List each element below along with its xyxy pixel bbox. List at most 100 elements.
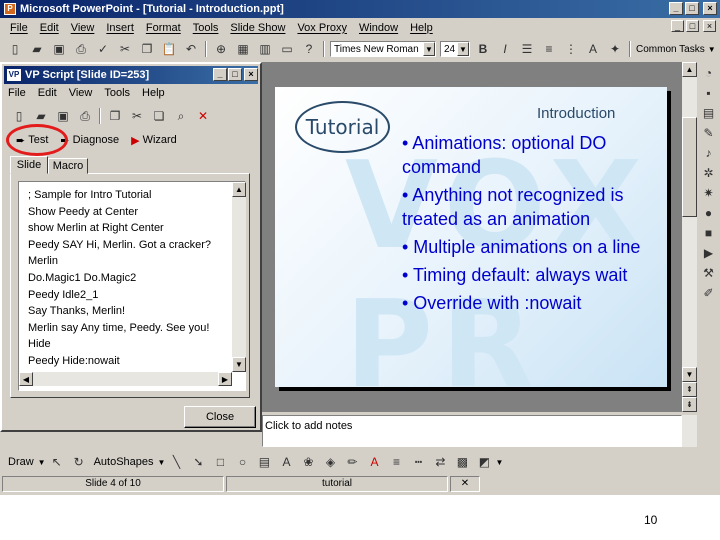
script-icon[interactable]: ▤	[701, 105, 717, 121]
chevron-down-icon[interactable]: ▼	[457, 42, 469, 56]
scroll-down-icon[interactable]: ▼	[232, 357, 246, 372]
script-horizontal-scrollbar[interactable]: ◀ ▶	[19, 372, 232, 386]
chart-icon[interactable]: ▥	[257, 41, 273, 57]
slide-bullets[interactable]: • Animations: optional DO command • Anyt…	[402, 131, 664, 319]
maximize-button[interactable]: □	[685, 2, 699, 15]
arrow-icon[interactable]: ➘	[190, 454, 206, 470]
animation-icon[interactable]: ✦	[607, 41, 623, 57]
minimize-button[interactable]: _	[669, 2, 683, 15]
chevron-down-icon[interactable]: ▼	[423, 42, 435, 56]
agent-icon[interactable]: ◔	[701, 65, 717, 81]
slide-canvas[interactable]: VOX PR Tutorial Introduction • Animation…	[275, 87, 667, 415]
italic-icon[interactable]: I	[497, 41, 513, 57]
chevron-down-icon[interactable]: ▼	[708, 45, 716, 54]
font-color-icon[interactable]: A	[585, 41, 601, 57]
edit-icon[interactable]: ✐	[701, 285, 717, 301]
font-name-select[interactable]: Times New Roman ▼	[330, 41, 436, 57]
select-pointer-icon[interactable]: ↖	[49, 454, 65, 470]
menu-view[interactable]: View	[71, 22, 95, 34]
doc-restore-button[interactable]: □	[686, 20, 699, 32]
speech-icon[interactable]: ✎	[701, 125, 717, 141]
tools-icon[interactable]: ⚒	[701, 265, 717, 281]
menu-vox-proxy[interactable]: Vox Proxy	[297, 22, 347, 34]
character-icon[interactable]: ▪	[701, 85, 717, 101]
next-slide-icon[interactable]: ⇟	[682, 397, 697, 412]
close-button[interactable]: Close	[184, 406, 256, 428]
chevron-down-icon[interactable]: ▼	[38, 458, 46, 467]
dialog-maximize-button[interactable]: □	[228, 68, 242, 81]
dash-style-icon[interactable]: ┅	[410, 454, 426, 470]
font-size-select[interactable]: 24 ▼	[440, 41, 470, 57]
table-icon[interactable]: ▦	[235, 41, 251, 57]
menu-file[interactable]: File	[10, 22, 28, 34]
fill-color-icon[interactable]: ◈	[322, 454, 338, 470]
new-document-icon[interactable]: ▯	[7, 41, 23, 57]
menu-tools[interactable]: Tools	[193, 22, 219, 34]
copy-script-icon[interactable]: ❏	[151, 108, 167, 124]
rectangle-icon[interactable]: □	[212, 454, 228, 470]
hyperlink-icon[interactable]: ⊕	[213, 41, 229, 57]
wizard-button[interactable]: ▶ Wizard	[131, 134, 177, 147]
print-icon[interactable]: ⎙	[73, 41, 89, 57]
chevron-down-icon[interactable]: ▼	[495, 458, 503, 467]
scroll-left-icon[interactable]: ◀	[19, 372, 33, 386]
scroll-up-icon[interactable]: ▲	[682, 62, 697, 77]
effects-icon[interactable]: ✷	[701, 185, 717, 201]
common-tasks-menu[interactable]: Common Tasks	[636, 44, 705, 55]
wordart-icon[interactable]: A	[278, 454, 294, 470]
scroll-up-icon[interactable]: ▲	[232, 182, 246, 197]
textbox-icon[interactable]: ▤	[256, 454, 272, 470]
cut-script-icon[interactable]: ✂	[129, 108, 145, 124]
settings-icon[interactable]: ✲	[701, 165, 717, 181]
scroll-right-icon[interactable]: ▶	[218, 372, 232, 386]
script-vertical-scrollbar[interactable]: ▲ ▼	[232, 182, 246, 372]
sound-icon[interactable]: ♪	[701, 145, 717, 161]
menu-slide-show[interactable]: Slide Show	[230, 22, 285, 34]
dialog-menu-help[interactable]: Help	[142, 87, 165, 99]
cut-icon[interactable]: ✂	[117, 41, 133, 57]
help-icon[interactable]: ?	[301, 41, 317, 57]
scroll-down-icon[interactable]: ▼	[682, 367, 697, 382]
open-script-icon[interactable]: ▰	[33, 108, 49, 124]
paste-icon[interactable]: 📋	[161, 41, 177, 57]
chevron-down-icon[interactable]: ▼	[158, 458, 166, 467]
slide-title[interactable]: Introduction	[537, 105, 615, 122]
stop-icon[interactable]: ■	[701, 225, 717, 241]
undo-icon[interactable]: ↶	[183, 41, 199, 57]
diagnose-button[interactable]: ➨ Diagnose	[60, 134, 119, 147]
tab-slide[interactable]: Slide	[10, 156, 48, 174]
autoshapes-menu[interactable]: AutoShapes	[94, 456, 154, 468]
menu-insert[interactable]: Insert	[106, 22, 134, 34]
shadow-icon[interactable]: ▩	[454, 454, 470, 470]
save-icon[interactable]: ▣	[51, 41, 67, 57]
copy-icon[interactable]: ❐	[139, 41, 155, 57]
dialog-menu-tools[interactable]: Tools	[104, 87, 130, 99]
spelling-icon[interactable]: ✓	[95, 41, 111, 57]
dialog-close-icon[interactable]: ×	[244, 68, 258, 81]
menu-format[interactable]: Format	[146, 22, 181, 34]
save-script-icon[interactable]: ▣	[55, 108, 71, 124]
dialog-minimize-button[interactable]: _	[213, 68, 227, 81]
open-folder-icon[interactable]: ▰	[29, 41, 45, 57]
tab-macro[interactable]: Macro	[48, 158, 88, 174]
font-color-icon[interactable]: A	[366, 454, 382, 470]
arrow-style-icon[interactable]: ⇄	[432, 454, 448, 470]
notes-pane[interactable]: Click to add notes	[262, 415, 682, 447]
line-icon[interactable]: ╲	[168, 454, 184, 470]
previous-slide-icon[interactable]: ⇞	[682, 382, 697, 397]
scroll-thumb[interactable]	[682, 117, 697, 217]
line-style-icon[interactable]: ≡	[388, 454, 404, 470]
clipart-icon[interactable]: ❀	[300, 454, 316, 470]
draw-menu[interactable]: Draw	[8, 456, 34, 468]
align-left-icon[interactable]: ☰	[519, 41, 535, 57]
notes-scrollbar[interactable]	[682, 415, 697, 447]
close-window-button[interactable]: ×	[703, 2, 717, 15]
menu-window[interactable]: Window	[359, 22, 398, 34]
slide-vertical-scrollbar[interactable]: ▲ ▼ ⇞ ⇟	[682, 62, 697, 412]
free-rotate-icon[interactable]: ↻	[71, 454, 87, 470]
line-color-icon[interactable]: ✏	[344, 454, 360, 470]
menu-help[interactable]: Help	[410, 22, 433, 34]
doc-minimize-button[interactable]: _	[671, 20, 684, 32]
bullets-icon[interactable]: ⋮	[563, 41, 579, 57]
paste-script-icon[interactable]: ❐	[107, 108, 123, 124]
